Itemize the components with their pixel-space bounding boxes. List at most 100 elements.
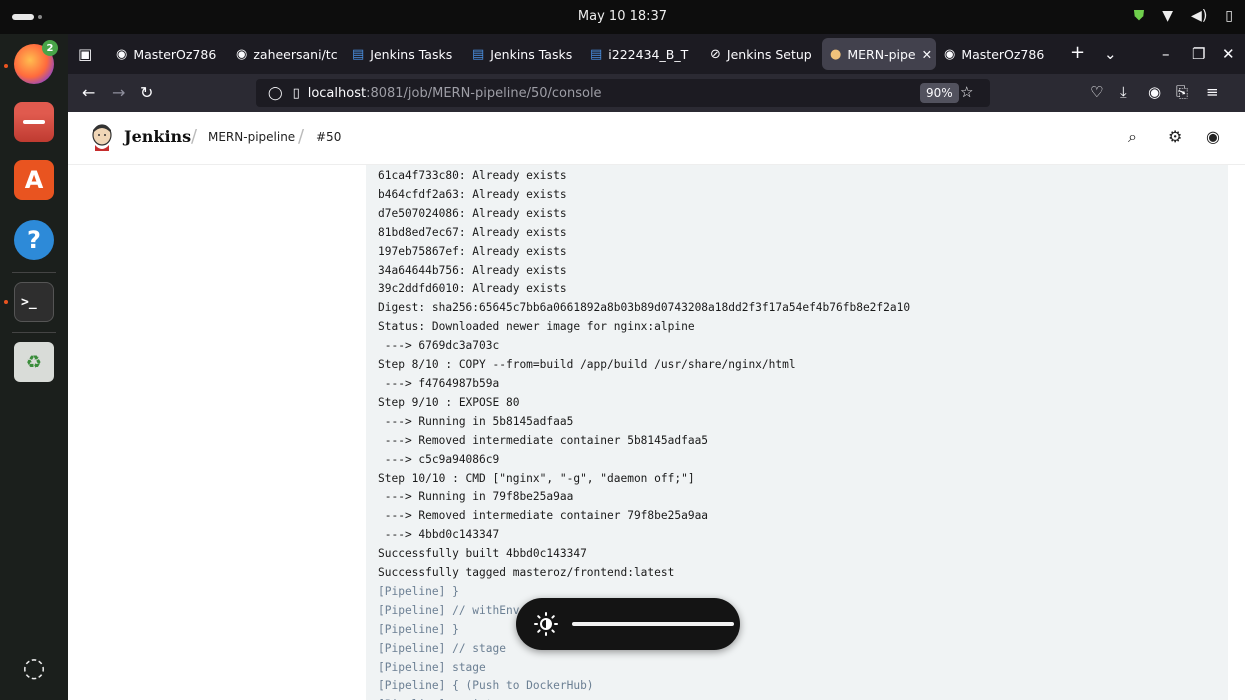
tab-3[interactable]: ▤ Jenkins Tasks (352, 38, 462, 70)
tab-label: MERN-pipe (847, 46, 916, 62)
tab-5[interactable]: ▤ i222434_B_T (590, 38, 700, 70)
files-icon[interactable] (14, 102, 54, 142)
console-line: ---> Running in 5b8145adfaa5 (378, 414, 574, 428)
console-line: ---> Running in 79f8be25a9aa (378, 490, 574, 504)
url-host: localhost (307, 85, 367, 101)
page-icon: ▯ (292, 85, 300, 101)
downloads-icon[interactable]: ⤓ (1120, 83, 1127, 101)
search-icon[interactable]: ⌕ (1128, 127, 1137, 147)
brightness-osd (516, 598, 740, 650)
system-top-bar: May 10 18:37 ⛊ ▼ ◀) ▯ (0, 0, 1245, 34)
close-tab-icon[interactable]: ✕ (922, 47, 932, 62)
breadcrumb-separator: / (191, 126, 198, 147)
tab-label: Jenkins Tasks (370, 46, 453, 62)
trash-icon[interactable]: ♻ (14, 342, 54, 382)
app-center-icon[interactable]: A (14, 160, 54, 200)
dock-separator (12, 272, 56, 273)
menu-icon[interactable]: ≡ (1206, 83, 1219, 101)
running-indicator (4, 64, 8, 68)
show-apps-icon[interactable]: ◌ (14, 648, 54, 688)
brightness-icon (534, 612, 558, 636)
shield-icon[interactable]: ⛊ (1134, 8, 1145, 24)
tab-list-chevron-down-icon[interactable]: ⌄ (1104, 45, 1117, 63)
shield-outline-icon[interactable]: ◯ (268, 86, 283, 101)
console-line: 81bd8ed7ec67: Already exists (378, 225, 567, 239)
console-line: Successfully built 4bbd0c143347 (378, 547, 587, 561)
jenkins-logo-icon[interactable] (90, 123, 114, 151)
forward-icon[interactable]: → (112, 83, 125, 102)
url-bar[interactable]: ◯ ▯ localhost:8081/job/MERN-pipeline/50/… (256, 79, 990, 107)
new-tab-icon[interactable]: + (1070, 42, 1085, 63)
close-window-icon[interactable]: ✕ (1222, 45, 1235, 63)
tab-7-active[interactable]: ● MERN-pipe ✕ (822, 38, 936, 70)
tab-label: Jenkins Setup (726, 46, 812, 62)
console-line: [Pipeline] // stage (378, 641, 506, 655)
console-line: ---> f4764987b59a (378, 376, 500, 390)
minimize-icon[interactable]: – (1162, 45, 1170, 63)
help-icon[interactable]: ? (14, 220, 54, 260)
console-line: Successfully tagged masteroz/frontend:la… (378, 566, 675, 580)
pocket-icon[interactable]: ♡ (1090, 83, 1103, 101)
url-path: :8081/job/MERN-pipeline/50/console (366, 85, 602, 101)
tab-label: zaheersani/tc (253, 46, 338, 62)
terminal-icon[interactable]: >_ (14, 282, 54, 322)
tab-1[interactable]: ◉ MasterOz786 (116, 38, 220, 70)
breadcrumb-build[interactable]: #50 (316, 130, 341, 144)
maximize-icon[interactable]: ❐ (1192, 45, 1205, 63)
github-icon: ◉ (944, 46, 956, 62)
user-icon[interactable]: ◉ (1206, 127, 1220, 146)
console-line: [Pipeline] stage (378, 660, 486, 674)
bookmark-star-icon[interactable]: ☆ (960, 83, 973, 101)
console-lines: 61ca4f733c80: Already exists b464cfdf2a63… (366, 165, 1228, 700)
tab-overview-icon[interactable]: ▣ (78, 45, 92, 63)
console-output[interactable]: 61ca4f733c80: Already exists b464cfdf2a63… (366, 165, 1228, 700)
console-line: Step 9/10 : EXPOSE 80 (378, 395, 520, 409)
github-icon: ◉ (116, 46, 128, 62)
console-line: 34a64644b756: Already exists (378, 263, 567, 277)
account-icon[interactable]: ◉ (1148, 83, 1161, 101)
console-line: Status: Downloaded newer image for nginx… (378, 320, 695, 334)
console-line: 39c2ddfd6010: Already exists (378, 282, 567, 296)
console-line: ---> c5c9a94086c9 (378, 452, 500, 466)
jenkins-brand[interactable]: Jenkins (124, 127, 191, 146)
console-line: [Pipeline] } (378, 622, 459, 636)
jenkins-icon: ● (830, 46, 842, 62)
docs-icon: ▤ (472, 46, 485, 62)
dock-separator (12, 332, 56, 333)
console-line: Digest: sha256:65645c7bb6a0661892a8b03b8… (378, 301, 911, 315)
console-line: [Pipeline] } (378, 584, 459, 598)
tab-6[interactable]: ⊘ Jenkins Setup (710, 38, 818, 70)
tab-label: MasterOz786 (133, 46, 217, 62)
jenkins-header: Jenkins / MERN-pipeline / #50 ⌕ ⚙ ◉ (68, 112, 1245, 165)
reload-icon[interactable]: ↻ (140, 83, 153, 102)
docs-icon: ▤ (590, 46, 603, 62)
extensions-icon[interactable]: ⎘ (1176, 83, 1188, 101)
github-icon: ◉ (236, 46, 248, 62)
tab-label: MasterOz786 (961, 46, 1045, 62)
tab-2[interactable]: ◉ zaheersani/tc (236, 38, 340, 70)
wifi-icon[interactable]: ▼ (1162, 8, 1173, 24)
tab-8[interactable]: ◉ MasterOz786 (944, 38, 1050, 70)
console-line: ---> Removed intermediate container 79f8… (378, 509, 709, 523)
battery-icon[interactable]: ▯ (1225, 8, 1233, 24)
tab-label: i222434_B_T (608, 46, 689, 62)
volume-icon[interactable]: ◀) (1191, 8, 1207, 24)
console-line: Step 8/10 : COPY --from=build /app/build… (378, 358, 796, 372)
console-line: ---> 6769dc3a703c (378, 339, 500, 353)
console-line: b464cfdf2a63: Already exists (378, 187, 567, 201)
console-line: ---> Removed intermediate container 5b81… (378, 433, 709, 447)
zoom-level-button[interactable]: 90% (920, 83, 959, 103)
back-icon[interactable]: ← (82, 83, 95, 102)
tab-4[interactable]: ▤ Jenkins Tasks (472, 38, 578, 70)
navigation-bar: ← → ↻ ◯ ▯ localhost:8081/job/MERN-pipeli… (68, 74, 1245, 112)
console-line: d7e507024086: Already exists (378, 206, 567, 220)
console-line: [Pipeline] { (Push to DockerHub) (378, 679, 594, 693)
ubuntu-dock: 2 A ? >_ ♻ ◌ (0, 34, 68, 700)
system-clock[interactable]: May 10 18:37 (0, 9, 1245, 24)
breadcrumb-job[interactable]: MERN-pipeline (208, 130, 295, 144)
gear-icon[interactable]: ⚙ (1168, 127, 1182, 146)
system-tray[interactable]: ⛊ ▼ ◀) ▯ (1134, 8, 1233, 24)
tab-label: Jenkins Tasks (490, 46, 573, 62)
firefox-icon[interactable]: 2 (14, 40, 58, 84)
brightness-level-bar (572, 622, 734, 626)
